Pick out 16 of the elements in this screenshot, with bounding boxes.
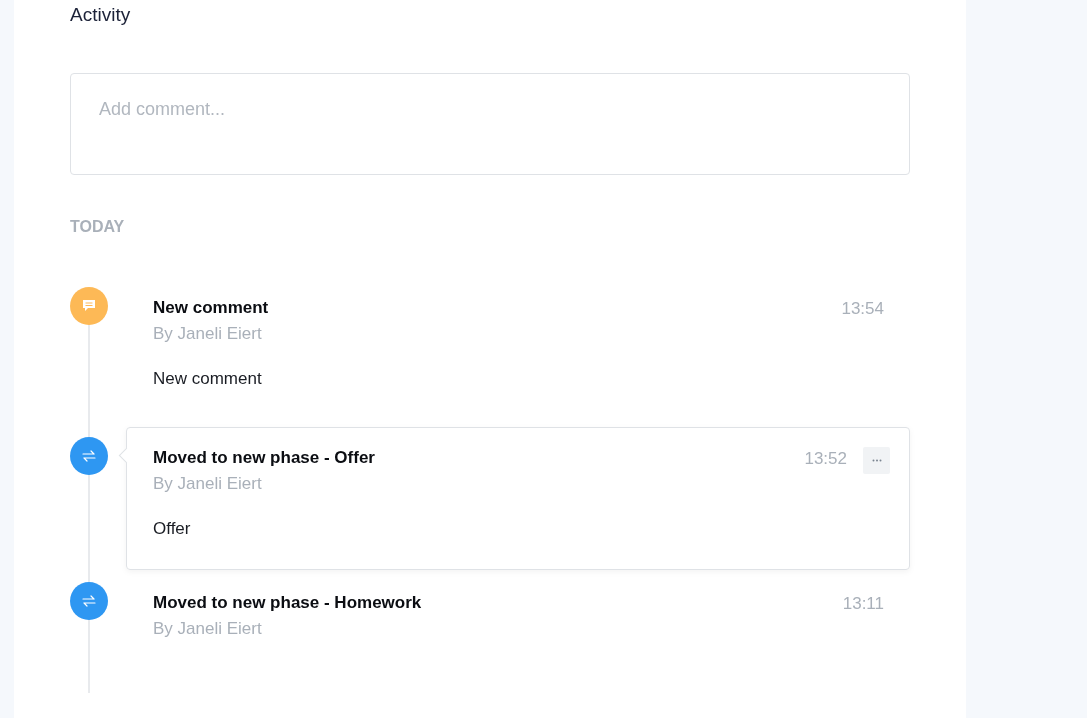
activity-author: By Janeli Eiert bbox=[153, 324, 263, 344]
activity-title: Moved to new phase - Homework bbox=[153, 593, 423, 613]
activity-time: 13:11 bbox=[842, 594, 884, 614]
comment-field[interactable]: Add comment... bbox=[70, 73, 910, 175]
more-icon bbox=[871, 459, 882, 462]
activity-author: By Janeli Eiert bbox=[153, 474, 263, 494]
day-label: TODAY bbox=[70, 217, 126, 237]
activity-title: New comment bbox=[153, 298, 270, 318]
activity-text: Offer bbox=[153, 519, 192, 539]
activity-author: By Janeli Eiert bbox=[153, 619, 263, 639]
activity-title: Moved to new phase - Offer bbox=[153, 448, 376, 468]
section-title: Activity bbox=[70, 3, 132, 26]
activity-text: New comment bbox=[153, 369, 263, 389]
activity-time: 13:54 bbox=[841, 299, 884, 319]
more-button[interactable] bbox=[863, 447, 890, 474]
activity-time: 13:52 bbox=[804, 449, 847, 469]
